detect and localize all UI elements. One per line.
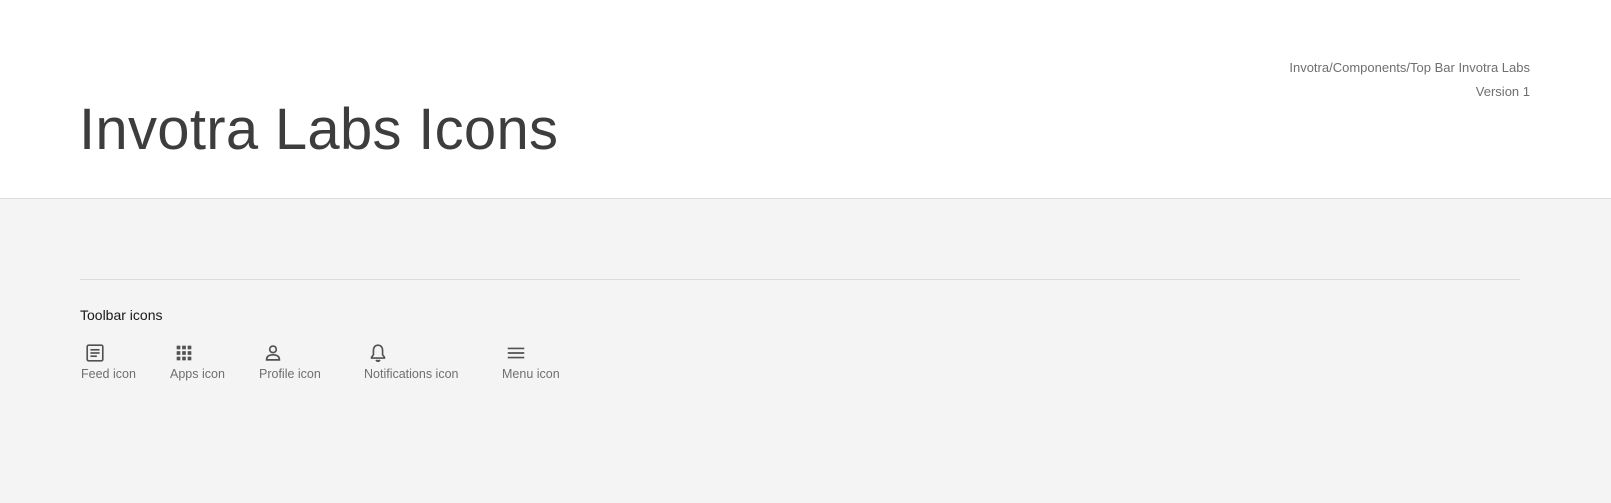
- icon-item-apps[interactable]: Apps icon: [170, 342, 225, 388]
- icon-item-notifications[interactable]: Notifications icon: [364, 342, 459, 388]
- notifications-icon-label: Notifications icon: [364, 367, 459, 381]
- content-area: Toolbar icons Feed icon Apps icon Profil…: [0, 199, 1611, 503]
- apps-icon: [173, 342, 195, 364]
- version-label: Version 1: [1475, 84, 1530, 99]
- breadcrumb[interactable]: Invotra/Components/Top Bar Invotra Labs: [1289, 56, 1530, 80]
- icon-item-menu[interactable]: Menu icon: [502, 342, 560, 388]
- feed-icon: [84, 342, 106, 364]
- section-title: Toolbar icons: [80, 307, 163, 323]
- apps-icon-label: Apps icon: [170, 367, 225, 381]
- page-meta: Invotra/Components/Top Bar Invotra Labs …: [1289, 56, 1530, 104]
- menu-icon-label: Menu icon: [502, 367, 560, 381]
- page-header: Invotra/Components/Top Bar Invotra Labs …: [0, 0, 1611, 199]
- notifications-icon: [367, 342, 389, 364]
- icon-item-feed[interactable]: Feed icon: [81, 342, 136, 388]
- menu-icon: [505, 342, 527, 364]
- page-title: Invotra Labs Icons: [79, 97, 559, 162]
- section-divider: [80, 279, 1520, 280]
- feed-icon-label: Feed icon: [81, 367, 136, 381]
- icon-item-profile[interactable]: Profile icon: [259, 342, 321, 388]
- profile-icon: [262, 342, 284, 364]
- profile-icon-label: Profile icon: [259, 367, 321, 381]
